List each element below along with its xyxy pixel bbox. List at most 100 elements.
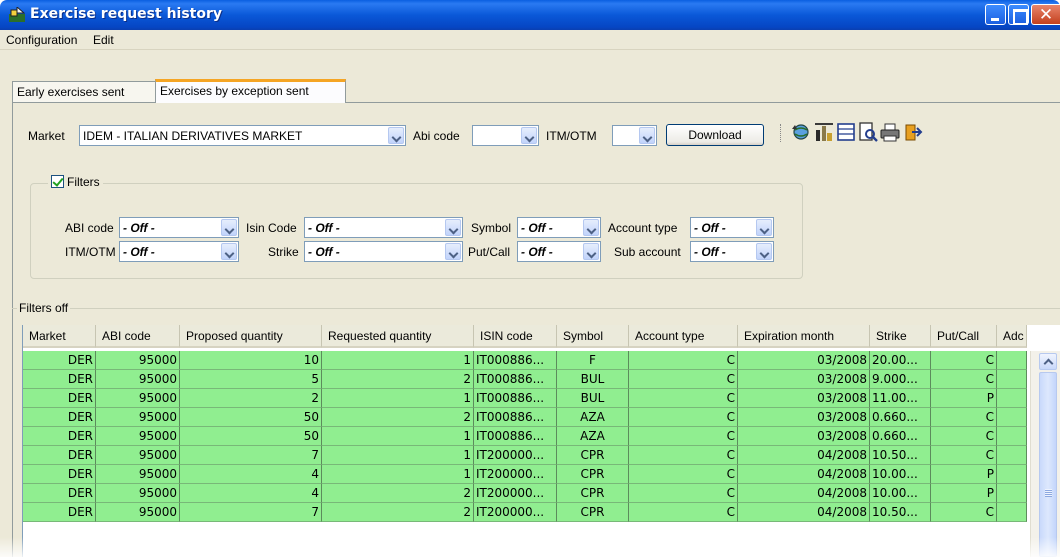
- cell-isin-code[interactable]: IT200000...: [474, 446, 557, 465]
- cell-market[interactable]: DER: [23, 370, 96, 389]
- cell-expiration-month[interactable]: 03/2008: [738, 370, 870, 389]
- cell-abi-code[interactable]: 95000: [96, 427, 180, 446]
- cell-put-call[interactable]: C: [931, 446, 997, 465]
- table-row[interactable]: DER 95000 5 2 IT000886... BUL C 03/2008 9.000...…: [23, 370, 1027, 389]
- cell-adc[interactable]: [997, 370, 1027, 389]
- export-icon[interactable]: [903, 121, 923, 143]
- cell-adc[interactable]: [997, 503, 1027, 522]
- print-icon[interactable]: [880, 121, 900, 143]
- cell-isin-code[interactable]: IT000886...: [474, 351, 557, 370]
- menu-edit[interactable]: Edit: [93, 33, 114, 47]
- cell-strike[interactable]: 11.00...: [870, 389, 931, 408]
- table-row[interactable]: DER 95000 4 1 IT200000... CPR C 04/2008 10.00...…: [23, 465, 1027, 484]
- cell-requested-quantity[interactable]: 2: [322, 484, 474, 503]
- cell-isin-code[interactable]: IT000886...: [474, 408, 557, 427]
- filter-abi-select[interactable]: - Off -: [119, 217, 239, 238]
- cell-strike[interactable]: 0.660...: [870, 427, 931, 446]
- cell-isin-code[interactable]: IT200000...: [474, 465, 557, 484]
- chevron-down-icon[interactable]: [583, 243, 599, 260]
- cell-expiration-month[interactable]: 03/2008: [738, 389, 870, 408]
- cell-market[interactable]: DER: [23, 484, 96, 503]
- cell-put-call[interactable]: P: [931, 389, 997, 408]
- cell-proposed-quantity[interactable]: 10: [180, 351, 322, 370]
- cell-adc[interactable]: [997, 408, 1027, 427]
- column-header-account-type[interactable]: Account type: [629, 325, 738, 348]
- cell-market[interactable]: DER: [23, 351, 96, 370]
- cell-strike[interactable]: 20.00...: [870, 351, 931, 370]
- column-header-put-call[interactable]: Put/Call: [931, 325, 997, 348]
- filter-sub-account-select[interactable]: - Off -: [690, 241, 774, 262]
- column-header-symbol[interactable]: Symbol: [557, 325, 629, 348]
- scroll-thumb[interactable]: [1039, 372, 1057, 557]
- cell-expiration-month[interactable]: 04/2008: [738, 484, 870, 503]
- column-header-abi-code[interactable]: ABI code: [96, 325, 180, 348]
- cell-requested-quantity[interactable]: 2: [322, 408, 474, 427]
- menu-configuration[interactable]: Configuration: [6, 33, 77, 47]
- cell-isin-code[interactable]: IT000886...: [474, 370, 557, 389]
- tab-early-exercises[interactable]: Early exercises sent: [12, 81, 156, 103]
- cell-strike[interactable]: 10.00...: [870, 484, 931, 503]
- chevron-down-icon[interactable]: [756, 243, 772, 260]
- table-row[interactable]: DER 95000 2 1 IT000886... BUL C 03/2008 11.00...…: [23, 389, 1027, 408]
- cell-isin-code[interactable]: IT200000...: [474, 484, 557, 503]
- filter-putcall-select[interactable]: - Off -: [517, 241, 601, 262]
- cell-abi-code[interactable]: 95000: [96, 351, 180, 370]
- title-bar[interactable]: Exercise request history ✕: [0, 0, 1060, 30]
- filter-account-type-select[interactable]: - Off -: [690, 217, 774, 238]
- cell-proposed-quantity[interactable]: 50: [180, 427, 322, 446]
- vertical-scrollbar[interactable]: [1030, 351, 1060, 557]
- download-button[interactable]: Download: [666, 124, 764, 146]
- cell-proposed-quantity[interactable]: 2: [180, 389, 322, 408]
- cell-account-type[interactable]: C: [629, 389, 738, 408]
- cell-strike[interactable]: 10.50...: [870, 503, 931, 522]
- column-header-adc[interactable]: Adc: [997, 325, 1027, 348]
- column-header-expiration-month[interactable]: Expiration month: [738, 325, 870, 348]
- cell-symbol[interactable]: CPR: [557, 484, 629, 503]
- chevron-down-icon[interactable]: [445, 219, 461, 236]
- chevron-down-icon[interactable]: [221, 219, 237, 236]
- chevron-down-icon[interactable]: [445, 243, 461, 260]
- cell-abi-code[interactable]: 95000: [96, 465, 180, 484]
- cell-symbol[interactable]: CPR: [557, 465, 629, 484]
- cell-put-call[interactable]: P: [931, 465, 997, 484]
- cell-requested-quantity[interactable]: 2: [322, 503, 474, 522]
- cell-proposed-quantity[interactable]: 50: [180, 408, 322, 427]
- cell-abi-code[interactable]: 95000: [96, 370, 180, 389]
- cell-requested-quantity[interactable]: 1: [322, 351, 474, 370]
- column-header-isin-code[interactable]: ISIN code: [474, 325, 557, 348]
- cell-expiration-month[interactable]: 04/2008: [738, 503, 870, 522]
- globe-refresh-icon[interactable]: [791, 121, 811, 143]
- maximize-button[interactable]: [1008, 4, 1029, 25]
- abi-code-select[interactable]: [472, 125, 539, 146]
- cell-adc[interactable]: [997, 446, 1027, 465]
- cell-requested-quantity[interactable]: 1: [322, 427, 474, 446]
- cell-adc[interactable]: [997, 389, 1027, 408]
- filter-strike-select[interactable]: - Off -: [304, 241, 463, 262]
- filter-symbol-select[interactable]: - Off -: [517, 217, 601, 238]
- column-header-requested-quantity[interactable]: Requested quantity: [322, 325, 474, 348]
- cell-proposed-quantity[interactable]: 7: [180, 503, 322, 522]
- table-row[interactable]: DER 95000 7 2 IT200000... CPR C 04/2008 10.50...…: [23, 503, 1027, 522]
- table-row[interactable]: DER 95000 10 1 IT000886... F C 03/2008 20.00... C: [23, 351, 1027, 370]
- minimize-button[interactable]: [985, 4, 1006, 25]
- cell-symbol[interactable]: AZA: [557, 427, 629, 446]
- cell-market[interactable]: DER: [23, 465, 96, 484]
- cell-account-type[interactable]: C: [629, 446, 738, 465]
- cell-strike[interactable]: 10.00...: [870, 465, 931, 484]
- cell-symbol[interactable]: CPR: [557, 503, 629, 522]
- cell-market[interactable]: DER: [23, 446, 96, 465]
- tab-exercises-by-exception[interactable]: Exercises by exception sent: [155, 79, 346, 103]
- print-preview-icon[interactable]: [858, 121, 878, 143]
- cell-symbol[interactable]: BUL: [557, 389, 629, 408]
- cell-strike[interactable]: 0.660...: [870, 408, 931, 427]
- cell-market[interactable]: DER: [23, 408, 96, 427]
- cell-expiration-month[interactable]: 03/2008: [738, 408, 870, 427]
- table-row[interactable]: DER 95000 7 1 IT200000... CPR C 04/2008 10.50...…: [23, 446, 1027, 465]
- results-table[interactable]: Market ABI code Proposed quantity Requested…: [22, 325, 1060, 557]
- cell-proposed-quantity[interactable]: 4: [180, 484, 322, 503]
- cell-market[interactable]: DER: [23, 389, 96, 408]
- cell-abi-code[interactable]: 95000: [96, 389, 180, 408]
- cell-account-type[interactable]: C: [629, 427, 738, 446]
- cell-strike[interactable]: 10.50...: [870, 446, 931, 465]
- itm-otm-select[interactable]: [612, 125, 657, 146]
